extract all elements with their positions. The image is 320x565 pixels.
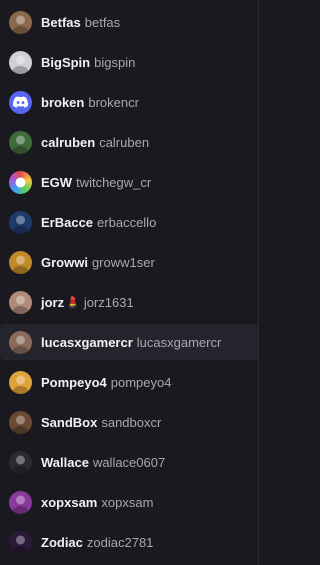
discord-avatar-icon — [9, 90, 32, 114]
member-display-name: Betfas — [41, 14, 81, 30]
member-row-twitchegw_cr[interactable]: EGW twitchegw_cr — [0, 164, 258, 200]
lipstick-icon: 💄 — [66, 296, 80, 309]
member-row-erbaccello[interactable]: ErBacce erbaccello — [0, 204, 258, 240]
bigspin-avatar-icon — [9, 50, 32, 74]
member-username: wallace0607 — [92, 454, 166, 470]
member-username: betfas — [84, 14, 121, 30]
member-username: jorz1631 — [83, 294, 134, 310]
wallace-avatar-icon — [9, 450, 32, 474]
sandbox-avatar-icon — [9, 410, 32, 434]
member-row-jorz1631[interactable]: jorz 💄 jorz1631 — [0, 284, 258, 320]
member-username: erbaccello — [97, 214, 157, 230]
member-row-brokencr[interactable]: broken brokencr — [0, 84, 258, 120]
member-row-wallace0607[interactable]: Wallace wallace0607 — [0, 444, 258, 480]
member-display-name: jorz — [41, 294, 65, 310]
member-row-bigspin[interactable]: BigSpin bigspin — [0, 44, 258, 80]
member-display-name: calruben — [41, 134, 96, 150]
member-row-groww1ser[interactable]: Growwi groww1ser — [0, 244, 258, 280]
member-username: calruben — [99, 134, 150, 150]
member-username: xopxsam — [101, 494, 154, 510]
calruben-avatar-icon — [9, 130, 32, 154]
member-row-calruben[interactable]: calruben calruben — [0, 124, 258, 160]
betfas-avatar-icon — [9, 10, 32, 34]
member-username: twitchegw_cr — [76, 174, 152, 190]
xopxsam-avatar-icon — [9, 490, 32, 514]
member-display-name: Growwi — [41, 254, 88, 270]
member-display-name: SandBox — [41, 414, 98, 430]
member-username: bigspin — [94, 54, 136, 70]
member-display-name: EGW — [41, 174, 73, 190]
member-username: pompeyo4 — [110, 374, 172, 390]
member-row-betfas[interactable]: Betfas betfas — [0, 4, 258, 40]
member-username: groww1ser — [91, 254, 155, 270]
member-username: sandboxcr — [101, 414, 162, 430]
member-row-pompeyo4[interactable]: Pompeyo4 pompeyo4 — [0, 364, 258, 400]
pompeyo-avatar-icon — [9, 370, 32, 394]
member-row-xopxsam[interactable]: xopxsam xopxsam — [0, 484, 258, 520]
member-username: lucasxgamercr — [136, 334, 222, 350]
member-display-name: Wallace — [41, 454, 89, 470]
member-display-name: Pompeyo4 — [41, 374, 107, 390]
member-display-name: Zodiac — [41, 534, 83, 550]
member-display-name: xopxsam — [41, 494, 98, 510]
member-display-name: broken — [41, 94, 85, 110]
member-row-zodiac2781[interactable]: Zodiac zodiac2781 — [0, 524, 258, 560]
member-display-name: lucasxgamercr — [41, 334, 133, 350]
member-row-lucasxgamercr[interactable]: lucasxgamercr lucasxgamercr — [0, 324, 258, 360]
jorz-avatar-icon — [9, 290, 32, 314]
lucas-avatar-icon — [9, 330, 32, 354]
growwi-avatar-icon — [9, 250, 32, 274]
member-row-sandboxcr[interactable]: SandBox sandboxcr — [0, 404, 258, 440]
zodiac-avatar-icon — [9, 530, 32, 554]
member-username: brokencr — [88, 94, 139, 110]
member-list: Betfas betfas BigSpin bigspin broken brokencr… — [0, 0, 259, 565]
erbacce-avatar-icon — [9, 210, 32, 234]
member-display-name: BigSpin — [41, 54, 91, 70]
member-display-name: ErBacce — [41, 214, 94, 230]
member-username: zodiac2781 — [86, 534, 154, 550]
egw-avatar-icon — [9, 170, 32, 194]
